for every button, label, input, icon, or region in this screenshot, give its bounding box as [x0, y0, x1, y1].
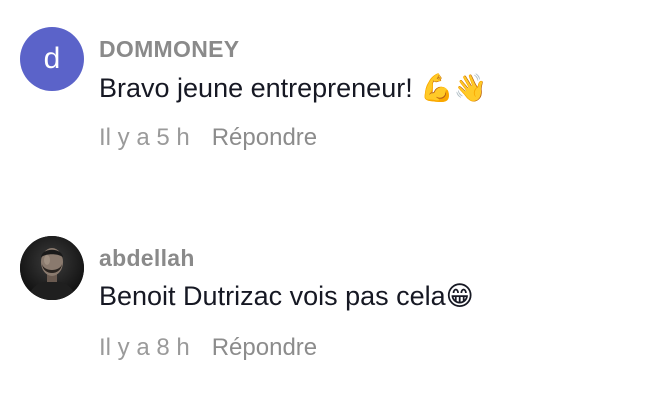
avatar-letter: d — [43, 42, 61, 75]
comment-username[interactable]: DOMMONEY — [99, 36, 239, 63]
comment-username[interactable]: abdellah — [99, 245, 195, 272]
comment-timestamp: Il y a 8 h — [99, 334, 190, 361]
comment-text: Benoit Dutrizac vois pas cela😁 — [99, 281, 474, 311]
user-photo-avatar-icon — [20, 236, 84, 300]
avatar[interactable]: d — [20, 27, 84, 91]
reply-button[interactable]: Répondre — [212, 124, 317, 151]
reply-button[interactable]: Répondre — [212, 334, 317, 361]
comment-meta: Il y a 8 h Répondre — [99, 334, 317, 362]
comment-text: Bravo jeune entrepreneur! 💪👋 — [99, 73, 488, 103]
avatar[interactable] — [20, 236, 84, 300]
comment-meta: Il y a 5 h Répondre — [99, 124, 317, 152]
comment-timestamp: Il y a 5 h — [99, 124, 190, 151]
